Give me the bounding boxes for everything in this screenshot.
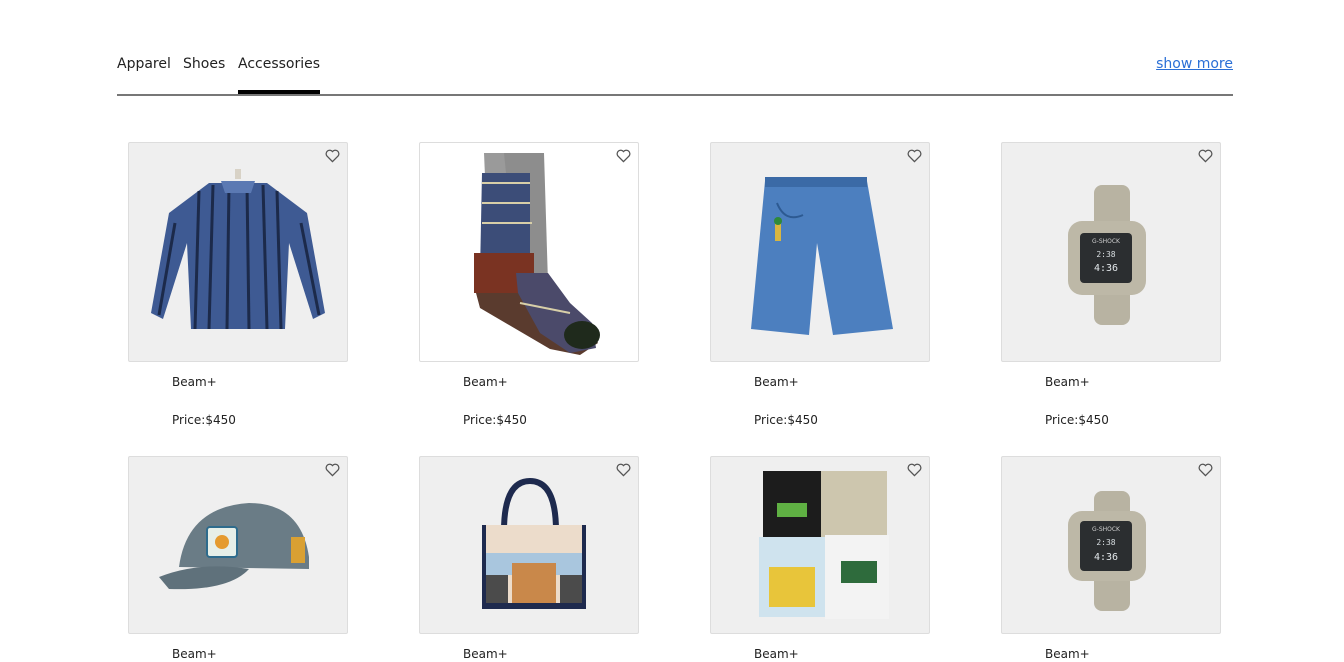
product-card[interactable]: Beam+: [419, 456, 639, 661]
heart-icon[interactable]: [907, 149, 922, 163]
heart-icon[interactable]: [1198, 149, 1213, 163]
denim-shorts-image: [751, 177, 893, 335]
striped-blue-shirt-image: [151, 169, 325, 330]
product-image[interactable]: G-SHOCK 2:38 4:36: [1001, 142, 1221, 362]
product-brand: Beam+: [172, 375, 217, 389]
heart-icon[interactable]: [325, 463, 340, 477]
tote-bag-image: [482, 477, 586, 609]
product-card[interactable]: Beam+ Price:$450: [710, 142, 930, 427]
product-image[interactable]: [710, 142, 930, 362]
watch-brand-text: G-SHOCK: [1092, 526, 1121, 533]
watch-time-main: 4:36: [1094, 552, 1118, 563]
g-shock-watch-image: G-SHOCK 2:38 4:36: [1068, 185, 1146, 325]
tshirt-pack-image: [759, 471, 889, 619]
show-more-link[interactable]: show more: [1156, 56, 1233, 72]
heart-icon[interactable]: [616, 149, 631, 163]
product-brand: Beam+: [754, 647, 799, 661]
product-image[interactable]: [419, 456, 639, 634]
watch-time-top: 2:38: [1096, 250, 1115, 259]
heart-icon[interactable]: [325, 149, 340, 163]
product-image[interactable]: [128, 142, 348, 362]
product-brand: Beam+: [172, 647, 217, 661]
product-card[interactable]: Beam+: [710, 456, 930, 661]
heart-icon[interactable]: [616, 463, 631, 477]
heart-icon[interactable]: [907, 463, 922, 477]
tab-shoes[interactable]: Shoes: [183, 56, 225, 92]
product-card[interactable]: Beam+ Price:$450: [128, 142, 348, 427]
product-price: Price:$450: [172, 413, 236, 427]
tab-accessories[interactable]: Accessories: [238, 56, 321, 94]
grey-cap-image: [159, 503, 309, 590]
product-card[interactable]: Beam+ Price:$450: [419, 142, 639, 427]
tab-apparel[interactable]: Apparel: [117, 56, 171, 92]
product-image[interactable]: [419, 142, 639, 362]
product-image[interactable]: [710, 456, 930, 634]
product-card[interactable]: Beam+: [128, 456, 348, 661]
product-card[interactable]: G-SHOCK 2:38 4:36 Beam+: [1001, 456, 1221, 661]
heart-icon[interactable]: [1198, 463, 1213, 477]
watch-time-main: 4:36: [1094, 263, 1118, 274]
product-brand: Beam+: [463, 647, 508, 661]
category-tabs: Apparel Shoes Accessories show more: [117, 44, 1233, 96]
product-image[interactable]: [128, 456, 348, 634]
product-brand: Beam+: [1045, 647, 1090, 661]
product-brand: Beam+: [463, 375, 508, 389]
product-price: Price:$450: [463, 413, 527, 427]
watch-time-top: 2:38: [1096, 538, 1115, 547]
product-image[interactable]: G-SHOCK 2:38 4:36: [1001, 456, 1221, 634]
product-price: Price:$450: [1045, 413, 1109, 427]
product-price: Price:$450: [754, 413, 818, 427]
g-shock-watch-image: G-SHOCK 2:38 4:36: [1068, 491, 1146, 611]
product-brand: Beam+: [1045, 375, 1090, 389]
patterned-socks-image: [474, 153, 600, 355]
product-brand: Beam+: [754, 375, 799, 389]
watch-brand-text: G-SHOCK: [1092, 238, 1121, 245]
product-card[interactable]: G-SHOCK 2:38 4:36 Beam+ Price:$450: [1001, 142, 1221, 427]
